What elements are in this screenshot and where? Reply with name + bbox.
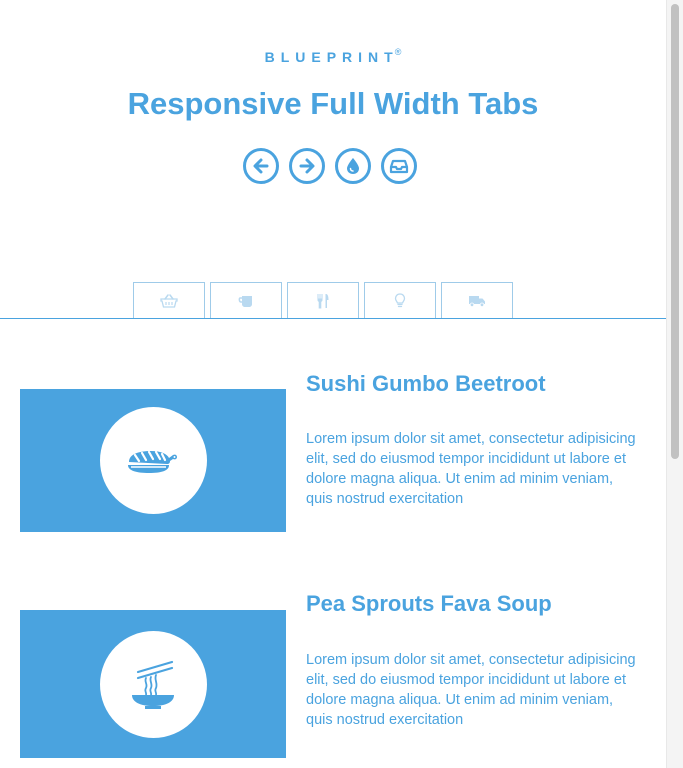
noodle-bowl-icon bbox=[132, 660, 174, 709]
truck-icon bbox=[469, 296, 485, 307]
tab-basket[interactable] bbox=[133, 282, 205, 318]
scrollbar-thumb[interactable] bbox=[671, 4, 679, 459]
inbox-icon bbox=[389, 159, 409, 174]
item-icon-circle bbox=[99, 407, 207, 514]
drop-button[interactable] bbox=[335, 148, 371, 184]
nav-icon-row bbox=[243, 148, 417, 184]
item-icon-circle bbox=[99, 630, 207, 738]
next-button[interactable] bbox=[289, 148, 325, 184]
brand-logo[interactable]: BLUEPRINT® bbox=[0, 47, 666, 65]
coffee-icon bbox=[238, 295, 252, 307]
arrow-right-icon bbox=[299, 158, 315, 174]
list-item: Pea Sprouts Fava Soup Lorem ipsum dolor … bbox=[20, 590, 640, 768]
item-title: Sushi Gumbo Beetroot bbox=[306, 371, 546, 396]
item-image bbox=[20, 610, 286, 758]
lightbulb-icon bbox=[394, 292, 406, 307]
list-item: Sushi Gumbo Beetroot Lorem ipsum dolor s… bbox=[20, 370, 640, 540]
tab-divider bbox=[0, 318, 666, 319]
sushi-icon bbox=[128, 450, 177, 473]
tab-coffee[interactable] bbox=[210, 282, 282, 318]
item-title: Pea Sprouts Fava Soup bbox=[306, 591, 552, 616]
brand-name: BLUEPRINT bbox=[264, 49, 399, 65]
item-image bbox=[20, 389, 286, 532]
page: BLUEPRINT® Responsive Full Width Tabs Su… bbox=[0, 0, 683, 768]
tab-bar bbox=[133, 282, 513, 318]
inbox-button[interactable] bbox=[381, 148, 417, 184]
previous-button[interactable] bbox=[243, 148, 279, 184]
tab-delivery[interactable] bbox=[441, 282, 513, 318]
arrow-left-icon bbox=[253, 158, 269, 174]
scrollbar[interactable] bbox=[666, 0, 683, 768]
page-title: Responsive Full Width Tabs bbox=[127, 86, 539, 121]
basket-icon bbox=[160, 293, 178, 308]
drop-icon bbox=[347, 158, 359, 174]
cutlery-icon bbox=[317, 293, 329, 308]
item-description: Lorem ipsum dolor sit amet, consectetur … bbox=[306, 431, 636, 507]
item-description: Lorem ipsum dolor sit amet, consectetur … bbox=[306, 652, 636, 728]
registered-mark: ® bbox=[394, 47, 402, 57]
tab-idea[interactable] bbox=[364, 282, 436, 318]
tab-cutlery[interactable] bbox=[287, 282, 359, 318]
